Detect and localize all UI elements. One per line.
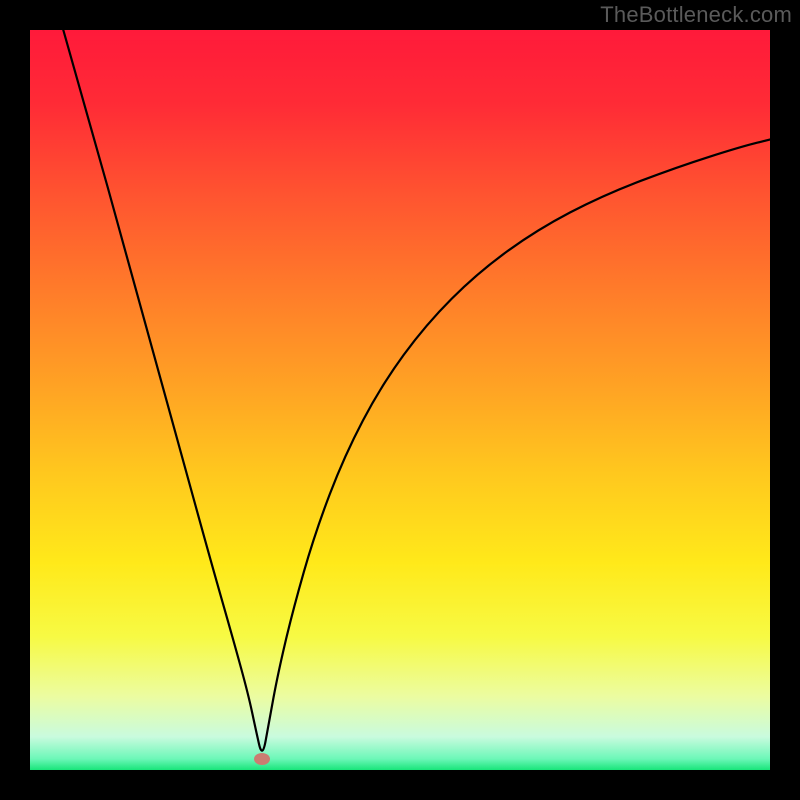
plot-area (30, 30, 770, 770)
bottleneck-curve (30, 30, 770, 770)
chart-frame: TheBottleneck.com (0, 0, 800, 800)
watermark-text: TheBottleneck.com (600, 2, 792, 28)
optimal-point-marker (254, 753, 270, 765)
